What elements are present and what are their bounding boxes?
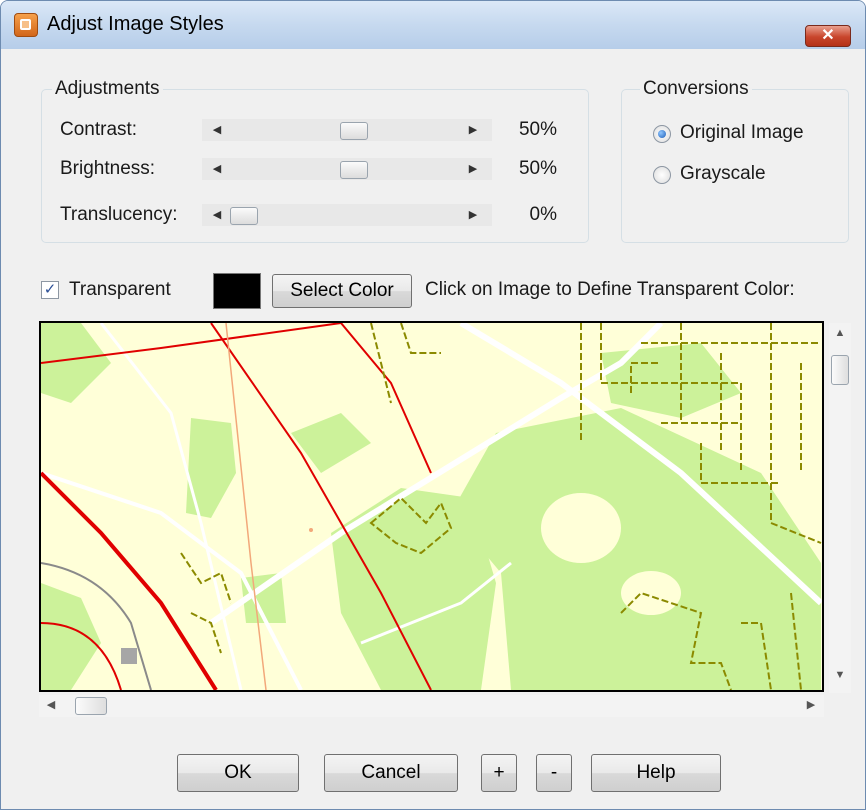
- close-button[interactable]: ✕: [805, 25, 851, 47]
- brightness-label: Brightness:: [60, 158, 156, 179]
- original-image-label[interactable]: Original Image: [680, 122, 804, 144]
- contrast-label: Contrast:: [60, 119, 138, 140]
- checkmark-icon: ✓: [43, 281, 57, 298]
- scroll-down-icon[interactable]: ▼: [829, 669, 851, 681]
- contrast-value: 50%: [518, 119, 557, 140]
- adjustments-group-label: Adjustments: [52, 78, 163, 100]
- brightness-slider[interactable]: ◀ ▶: [202, 158, 492, 180]
- scroll-right-icon[interactable]: ▶: [803, 698, 819, 711]
- grayscale-radio[interactable]: [653, 166, 671, 184]
- arrow-right-icon[interactable]: ▶: [464, 204, 482, 226]
- dialog-body: Adjustments Contrast: ◀ ▶ 50% Brightness…: [9, 49, 859, 809]
- ok-button[interactable]: OK: [177, 754, 299, 792]
- transparent-instruction: Click on Image to Define Transparent Col…: [425, 279, 795, 300]
- arrow-left-icon[interactable]: ◀: [208, 158, 226, 180]
- image-preview[interactable]: [39, 321, 824, 692]
- help-button[interactable]: Help: [591, 754, 721, 792]
- translucency-slider[interactable]: ◀ ▶: [202, 204, 492, 226]
- arrow-right-icon[interactable]: ▶: [464, 158, 482, 180]
- window-title: Adjust Image Styles: [47, 13, 224, 35]
- zoom-in-button[interactable]: +: [481, 754, 517, 792]
- close-icon: ✕: [821, 27, 835, 44]
- brightness-slider-thumb[interactable]: [339, 161, 368, 179]
- arrow-right-icon[interactable]: ▶: [464, 119, 482, 141]
- horizontal-scroll-thumb[interactable]: [75, 697, 107, 715]
- conversions-group-label: Conversions: [640, 78, 752, 100]
- app-image-icon: [14, 13, 38, 37]
- zoom-out-button[interactable]: -: [536, 754, 572, 792]
- brightness-value: 50%: [518, 158, 557, 179]
- transparent-color-swatch: [213, 273, 261, 309]
- translucency-label: Translucency:: [60, 204, 178, 225]
- cancel-button[interactable]: Cancel: [324, 754, 458, 792]
- transparent-label[interactable]: Transparent: [69, 279, 171, 301]
- dialog-window: Adjust Image Styles ✕ Adjustments Contra…: [0, 0, 866, 810]
- vertical-scroll-thumb[interactable]: [831, 355, 849, 385]
- arrow-left-icon[interactable]: ◀: [208, 204, 226, 226]
- scroll-left-icon[interactable]: ◀: [43, 698, 59, 711]
- scroll-up-icon[interactable]: ▲: [829, 327, 851, 339]
- grayscale-label[interactable]: Grayscale: [680, 163, 766, 185]
- horizontal-scrollbar[interactable]: ◀ ▶: [39, 695, 824, 717]
- translucency-value: 0%: [529, 204, 557, 225]
- transparent-checkbox[interactable]: ✓: [41, 281, 59, 299]
- map-image: [41, 323, 822, 690]
- vertical-scrollbar[interactable]: ▲ ▼: [829, 323, 851, 693]
- contrast-slider-thumb[interactable]: [339, 122, 368, 140]
- original-image-radio[interactable]: [653, 125, 671, 143]
- translucency-slider-thumb[interactable]: [230, 207, 258, 225]
- contrast-slider[interactable]: ◀ ▶: [202, 119, 492, 141]
- select-color-button[interactable]: Select Color: [272, 274, 412, 308]
- title-bar: Adjust Image Styles ✕: [1, 1, 865, 49]
- arrow-left-icon[interactable]: ◀: [208, 119, 226, 141]
